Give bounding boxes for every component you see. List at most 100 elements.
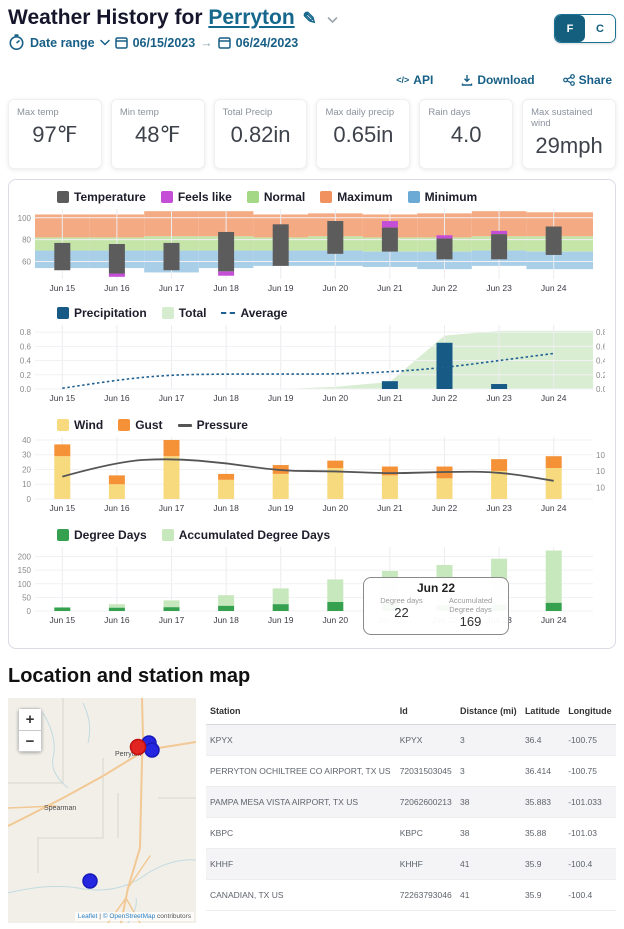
osm-link[interactable]: © OpenStreetMap xyxy=(103,913,155,920)
column-header-longitude[interactable]: Longitude xyxy=(564,698,616,725)
legend-swatch xyxy=(162,307,174,319)
table-cell: 35.883 xyxy=(521,787,564,818)
stat-label: Min temp xyxy=(120,107,196,118)
stat-value: 4.0 xyxy=(428,122,504,148)
legend-item-pressure[interactable]: Pressure xyxy=(178,418,248,432)
legend-item-wind[interactable]: Wind xyxy=(57,418,103,432)
chevron-down-icon[interactable] xyxy=(327,6,338,30)
edit-location-icon[interactable]: ✎ xyxy=(303,9,317,28)
svg-text:Jun 17: Jun 17 xyxy=(159,615,185,625)
tooltip-value-accumulated: 169 xyxy=(439,614,502,629)
svg-text:Jun 23: Jun 23 xyxy=(486,393,512,403)
legend-item-total[interactable]: Total xyxy=(162,306,207,320)
table-cell: -100.4 xyxy=(564,849,616,880)
table-cell: 72031503045 xyxy=(396,756,456,787)
legend-label: Average xyxy=(240,306,287,320)
svg-text:Jun 17: Jun 17 xyxy=(159,393,185,403)
svg-text:0.2: 0.2 xyxy=(596,371,605,380)
leaflet-link[interactable]: Leaflet xyxy=(78,913,98,920)
table-cell: KPYX xyxy=(396,725,456,756)
svg-text:Jun 22: Jun 22 xyxy=(432,393,458,403)
svg-text:Jun 22: Jun 22 xyxy=(432,283,458,293)
svg-text:Jun 18: Jun 18 xyxy=(213,393,239,403)
legend-item-feels-like[interactable]: Feels like xyxy=(161,190,232,204)
svg-text:0.8: 0.8 xyxy=(596,328,605,337)
svg-text:Jun 20: Jun 20 xyxy=(323,283,349,293)
column-header-id[interactable]: Id xyxy=(396,698,456,725)
fahrenheit-button[interactable]: F xyxy=(555,15,585,42)
legend-label: Feels like xyxy=(178,190,232,204)
geo-section: PerrytonSpearman + − Leaflet | © OpenStr… xyxy=(8,698,616,923)
table-cell: 72062600213 xyxy=(396,787,456,818)
legend-item-precipitation[interactable]: Precipitation xyxy=(57,306,147,320)
end-date[interactable]: 06/24/2023 xyxy=(236,36,299,50)
svg-text:10: 10 xyxy=(22,480,31,489)
zoom-out-button[interactable]: − xyxy=(18,730,42,752)
stat-label: Max daily precip xyxy=(325,107,401,118)
station-map[interactable]: PerrytonSpearman + − Leaflet | © OpenStr… xyxy=(8,698,196,923)
section-heading-location: Location and station map xyxy=(8,665,616,688)
celsius-button[interactable]: C xyxy=(585,15,615,42)
station-marker-blue[interactable] xyxy=(145,743,159,757)
legend-item-temperature[interactable]: Temperature xyxy=(57,190,146,204)
legend-item-normal[interactable]: Normal xyxy=(247,190,305,204)
svg-text:1010: 1010 xyxy=(596,467,605,476)
station-table: StationIdDistance (mi)LatitudeLongitude … xyxy=(206,698,616,911)
svg-text:1005: 1005 xyxy=(596,483,605,492)
table-cell: 36.414 xyxy=(521,756,564,787)
degree-days-legend: Degree Days Accumulated Degree Days xyxy=(57,528,609,542)
stat-value: 97℉ xyxy=(17,122,93,148)
table-cell: 35.9 xyxy=(521,880,564,911)
svg-text:Jun 17: Jun 17 xyxy=(159,503,185,513)
charts-panel: Temperature Feels like Normal Maximum Minimu… xyxy=(8,179,616,649)
temperature-legend: Temperature Feels like Normal Maximum Minimu… xyxy=(57,190,609,204)
precipitation-plot[interactable]: 0.00.20.40.60.80.00.20.40.60.8Jun 15Jun … xyxy=(15,321,605,409)
station-marker-blue[interactable] xyxy=(83,874,97,888)
start-date[interactable]: 06/15/2023 xyxy=(133,36,196,50)
tooltip-label-degree-days: Degree days xyxy=(370,596,433,605)
api-label: API xyxy=(413,73,433,87)
share-icon xyxy=(563,74,575,86)
temperature-plot[interactable]: 6080100Jun 15Jun 16Jun 17Jun 18Jun 19Jun… xyxy=(15,205,605,297)
degree-days-plot[interactable]: 050100150200Jun 15Jun 16Jun 17Jun 18Jun … xyxy=(15,543,605,635)
column-header-station[interactable]: Station xyxy=(206,698,396,725)
api-link[interactable]: </> API xyxy=(396,73,433,87)
location-link[interactable]: Perryton xyxy=(208,6,294,29)
date-range-bar: Date range 06/15/2023 → 06/24/2023 xyxy=(8,34,338,51)
wind-plot[interactable]: 010203040100510101015Jun 15Jun 16Jun 17J… xyxy=(15,433,605,519)
map-label-spearman: Spearman xyxy=(44,805,76,812)
table-cell: KPYX xyxy=(206,725,396,756)
legend-item-average[interactable]: Average xyxy=(221,306,287,320)
chevron-down-icon[interactable] xyxy=(100,39,110,46)
actions-bar: </> API Download Share xyxy=(8,73,612,87)
legend-item-minimum[interactable]: Minimum xyxy=(408,190,478,204)
svg-text:100: 100 xyxy=(18,214,32,223)
legend-item-maximum[interactable]: Maximum xyxy=(320,190,392,204)
svg-text:Jun 21: Jun 21 xyxy=(377,393,403,403)
svg-text:Jun 15: Jun 15 xyxy=(50,615,76,625)
column-header-latitude[interactable]: Latitude xyxy=(521,698,564,725)
legend-swatch xyxy=(57,191,69,203)
legend-item-degree-days[interactable]: Degree Days xyxy=(57,528,147,542)
svg-text:60: 60 xyxy=(22,258,31,267)
table-cell: KBPC xyxy=(206,818,396,849)
legend-item-gust[interactable]: Gust xyxy=(118,418,162,432)
svg-text:Jun 16: Jun 16 xyxy=(104,393,130,403)
location-marker-red[interactable] xyxy=(131,740,146,755)
svg-text:Jun 23: Jun 23 xyxy=(486,283,512,293)
table-cell: 38 xyxy=(456,818,521,849)
legend-label: Degree Days xyxy=(74,528,147,542)
share-link[interactable]: Share xyxy=(563,73,612,87)
station-table-container: StationIdDistance (mi)LatitudeLongitude … xyxy=(206,698,616,923)
date-range-label[interactable]: Date range xyxy=(30,36,95,50)
svg-text:0.0: 0.0 xyxy=(596,385,605,394)
column-header-distance-mi-[interactable]: Distance (mi) xyxy=(456,698,521,725)
legend-item-accumulated-degree-days[interactable]: Accumulated Degree Days xyxy=(162,528,330,542)
legend-swatch xyxy=(247,191,259,203)
download-link[interactable]: Download xyxy=(461,73,534,87)
table-row: KHHFKHHF4135.9-100.4 xyxy=(206,849,616,880)
zoom-in-button[interactable]: + xyxy=(18,708,42,730)
legend-label: Precipitation xyxy=(74,306,147,320)
stat-card: Min temp48℉ xyxy=(111,99,205,169)
table-cell: 36.4 xyxy=(521,725,564,756)
